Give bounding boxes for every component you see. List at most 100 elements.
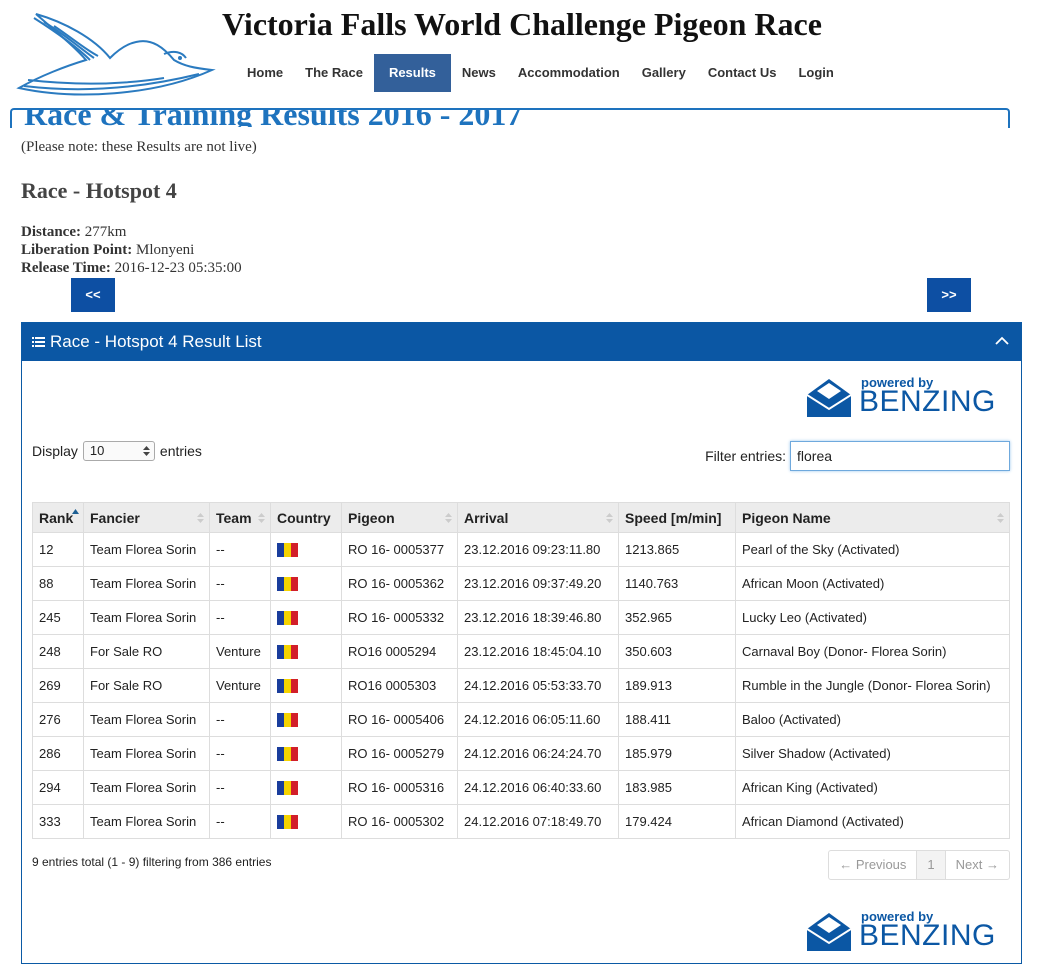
pigeon-cell[interactable]: RO 16- 0005332 [341,600,458,635]
stepper-arrows-icon [142,446,150,456]
nav-accommodation[interactable]: Accommodation [507,54,631,92]
pagination-previous[interactable]: ← Previous [829,851,918,879]
fancier-cell[interactable]: Team Florea Sorin [83,736,210,771]
filter-control: Filter entries: florea [705,441,1010,471]
benzing-logo-top: powered by BENZING [807,375,1007,423]
team-cell[interactable]: -- [209,532,271,567]
team-cell[interactable]: Venture [209,634,271,669]
column-header-fancier[interactable]: Fancier [83,502,210,533]
nav-home[interactable]: Home [236,54,294,92]
table-header-row: Rank Fancier Team Country Pigeon Arrival… [32,502,1010,533]
column-header-label: Speed [m/min] [625,509,722,526]
column-header-country[interactable]: Country [270,502,342,533]
entries-label: entries [159,443,202,459]
column-header-label: Pigeon Name [742,509,831,526]
next-race-button[interactable]: >> [927,278,971,312]
fancier-cell[interactable]: For Sale RO [83,634,210,669]
pigeon-name-cell[interactable]: Silver Shadow (Activated) [735,736,1010,771]
nav-results[interactable]: Results [373,54,451,92]
pigeon-name-cell[interactable]: Baloo (Activated) [735,702,1010,737]
column-header-team[interactable]: Team [209,502,271,533]
rank-cell: 88 [32,566,84,601]
pagination-page-1[interactable]: 1 [917,851,946,879]
arrival-cell: 23.12.2016 09:37:49.20 [457,566,619,601]
table-summary: 9 entries total (1 - 9) filtering from 3… [32,855,272,869]
entries-select[interactable]: 10 [82,441,155,461]
pigeon-name-cell[interactable]: African King (Activated) [735,770,1010,805]
speed-cell: 1213.865 [618,532,736,567]
fancier-cell[interactable]: Team Florea Sorin [83,532,210,567]
arrival-cell: 24.12.2016 06:05:11.60 [457,702,619,737]
pigeon-cell[interactable]: RO 16- 0005377 [341,532,458,567]
column-header-rank[interactable]: Rank [32,502,84,533]
arrival-cell: 24.12.2016 07:18:49.70 [457,804,619,839]
site-title: Victoria Falls World Challenge Pigeon Ra… [222,6,822,42]
romania-flag-icon [277,679,298,694]
previous-race-button[interactable]: << [71,278,115,312]
envelope-icon [807,379,851,417]
table-row: 245 Team Florea Sorin -- RO 16- 0005332 23.1… [32,600,1010,635]
fancier-cell[interactable]: Team Florea Sorin [83,600,210,635]
arrival-cell: 23.12.2016 18:45:04.10 [457,634,619,669]
nav-contact-us[interactable]: Contact Us [697,54,788,92]
distance-label: Distance: [21,224,81,240]
team-cell[interactable]: Venture [209,668,271,703]
pigeon-cell[interactable]: RO 16- 0005406 [341,702,458,737]
table-row: 286 Team Florea Sorin -- RO 16- 0005279 24.1… [32,736,1010,771]
liberation-info: Liberation Point: Mlonyeni [21,242,194,259]
column-header-arrival[interactable]: Arrival [457,502,619,533]
filter-input[interactable]: florea [790,441,1010,471]
nav-gallery[interactable]: Gallery [631,54,697,92]
column-header-label: Arrival [464,509,509,526]
pigeon-cell[interactable]: RO16 0005294 [341,634,458,669]
fancier-cell[interactable]: Team Florea Sorin [83,566,210,601]
pigeon-cell[interactable]: RO 16- 0005302 [341,804,458,839]
pigeon-name-cell[interactable]: Pearl of the Sky (Activated) [735,532,1010,567]
pigeon-name-cell[interactable]: African Moon (Activated) [735,566,1010,601]
panel-header[interactable]: Race - Hotspot 4 Result List [22,323,1021,361]
column-header-pigeon-name[interactable]: Pigeon Name [735,502,1010,533]
sort-asc-icon [72,509,79,514]
nav-the-race[interactable]: The Race [294,54,374,92]
sort-icon [258,513,265,523]
table-row: 276 Team Florea Sorin -- RO 16- 0005406 24.1… [32,702,1010,737]
rank-cell: 248 [32,634,84,669]
romania-flag-icon [277,747,298,762]
pigeon-name-cell[interactable]: African Diamond (Activated) [735,804,1010,839]
dove-logo[interactable] [14,8,219,103]
romania-flag-icon [277,645,298,660]
team-cell[interactable]: -- [209,566,271,601]
fancier-cell[interactable]: Team Florea Sorin [83,804,210,839]
nav-login[interactable]: Login [787,54,844,92]
pagination-next[interactable]: Next → [946,851,1009,879]
display-length-control: Display 10 entries [32,441,202,461]
nav-news[interactable]: News [451,54,507,92]
pigeon-cell[interactable]: RO 16- 0005279 [341,736,458,771]
team-cell[interactable]: -- [209,600,271,635]
panel-title: Race - Hotspot 4 Result List [50,332,262,351]
pigeon-name-cell[interactable]: Lucky Leo (Activated) [735,600,1010,635]
release-label: Release Time: [21,260,111,276]
rank-cell: 333 [32,804,84,839]
page-heading: Race & Training Results 2016 - 2017 [24,110,522,127]
fancier-cell[interactable]: Team Florea Sorin [83,770,210,805]
team-cell[interactable]: -- [209,804,271,839]
pigeon-cell[interactable]: RO16 0005303 [341,668,458,703]
country-cell [270,804,342,839]
pigeon-name-cell[interactable]: Carnaval Boy (Donor- Florea Sorin) [735,634,1010,669]
team-cell[interactable]: -- [209,702,271,737]
column-header-pigeon[interactable]: Pigeon [341,502,458,533]
team-cell[interactable]: -- [209,736,271,771]
fancier-cell[interactable]: For Sale RO [83,668,210,703]
table-row: 269 For Sale RO Venture RO16 0005303 24.12.2… [32,668,1010,703]
speed-cell: 189.913 [618,668,736,703]
pigeon-cell[interactable]: RO 16- 0005362 [341,566,458,601]
pigeon-cell[interactable]: RO 16- 0005316 [341,770,458,805]
fancier-cell[interactable]: Team Florea Sorin [83,702,210,737]
team-cell[interactable]: -- [209,770,271,805]
country-cell [270,736,342,771]
table-row: 12 Team Florea Sorin -- RO 16- 0005377 23.12… [32,532,1010,567]
pigeon-name-cell[interactable]: Rumble in the Jungle (Donor- Florea Sori… [735,668,1010,703]
chevron-up-icon[interactable] [995,334,1009,348]
column-header-speed[interactable]: Speed [m/min] [618,502,736,533]
